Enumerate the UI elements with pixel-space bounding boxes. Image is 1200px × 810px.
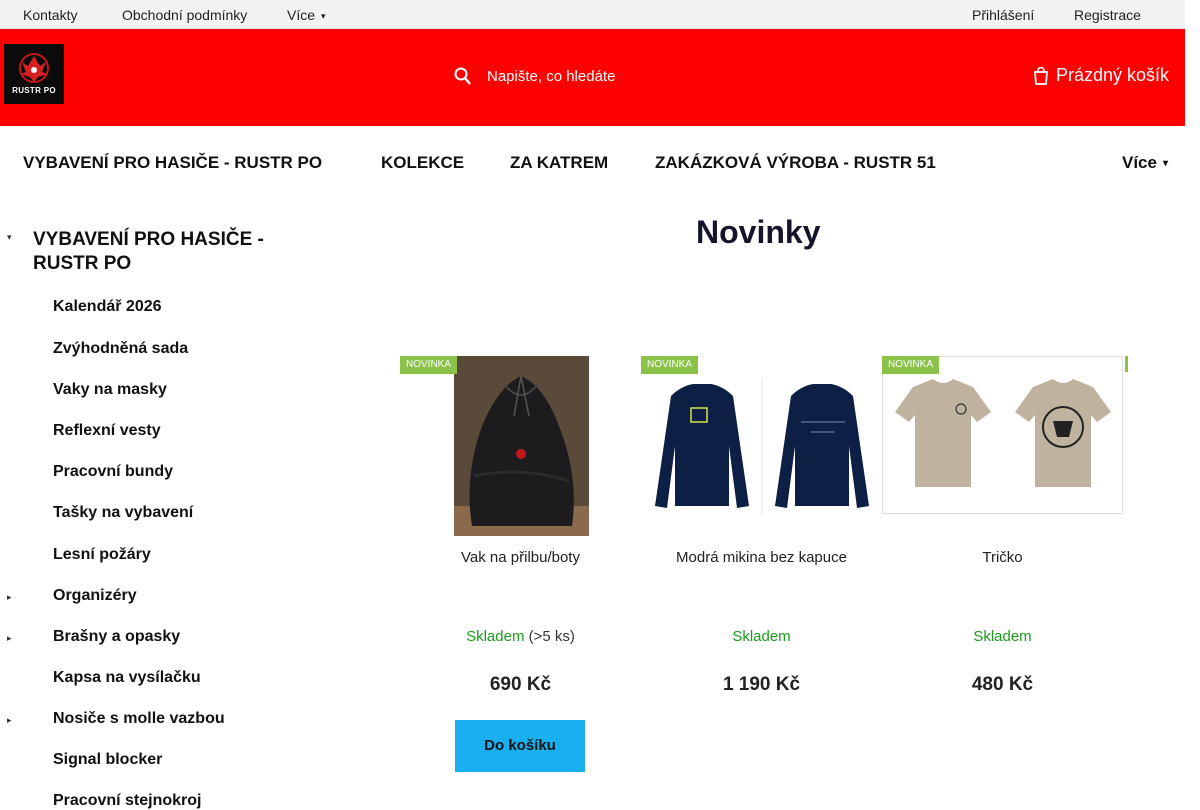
nav-item-firefighter-equipment[interactable]: VYBAVENÍ PRO HASIČE - RUSTR PO bbox=[23, 153, 322, 173]
add-to-cart-button[interactable]: Do košíku bbox=[455, 720, 585, 772]
product-card[interactable]: NOVINKA Modrá mikina bez kapuce Skladem … bbox=[641, 356, 882, 786]
expand-arrow-icon[interactable]: ▾ bbox=[7, 232, 12, 243]
sidebar-item-molle-carriers[interactable]: Nosiče s molle vazbou bbox=[53, 710, 225, 728]
sidebar-item-work-uniform[interactable]: Pracovní stejnokroj bbox=[53, 792, 202, 810]
sidebar-item-signal-blocker[interactable]: Signal blocker bbox=[53, 751, 162, 769]
site-header: RUSTR PO Napište, co hledáte Prázdný koš… bbox=[0, 29, 1185, 126]
phoenix-emblem-icon bbox=[19, 53, 49, 83]
sidebar-item-forest-fires[interactable]: Lesní požáry bbox=[53, 546, 151, 564]
sidebar-item-calendar[interactable]: Kalendář 2026 bbox=[53, 298, 162, 316]
login-link[interactable]: Přihlášení bbox=[972, 7, 1034, 23]
beige-tshirt-image bbox=[895, 379, 1111, 487]
product-image[interactable] bbox=[454, 356, 589, 536]
stock-label: Skladem bbox=[732, 628, 791, 645]
nav-more-label: Více bbox=[1122, 153, 1157, 172]
section-title: Novinky bbox=[696, 214, 821, 250]
product-name[interactable]: Tričko bbox=[882, 549, 1123, 566]
stock-amount: (>5 ks) bbox=[528, 628, 575, 645]
stock-status: Skladem bbox=[882, 628, 1123, 645]
sidebar-item-gear-bags[interactable]: Tašky na vybavení bbox=[53, 504, 193, 522]
sidebar-heading[interactable]: VYBAVENÍ PRO HASIČE - RUSTR PO bbox=[33, 228, 323, 276]
product-card[interactable]: NOVINKA Vak na přilbu/boty Skladem (>5 k… bbox=[400, 356, 641, 786]
site-logo[interactable]: RUSTR PO bbox=[4, 44, 64, 104]
sidebar-item-work-jackets[interactable]: Pracovní bundy bbox=[53, 463, 173, 481]
terms-link[interactable]: Obchodní podmínky bbox=[122, 7, 247, 23]
new-badge: NOVINKA bbox=[400, 356, 458, 374]
nav-item-custom-production[interactable]: ZAKÁZKOVÁ VÝROBA - RUSTR 51 bbox=[655, 153, 936, 173]
new-badge: NOVINKA bbox=[882, 356, 940, 374]
product-name[interactable]: Modrá mikina bez kapuce bbox=[641, 549, 882, 566]
search-icon bbox=[454, 67, 472, 92]
sidebar-item-bags-belts[interactable]: Brašny a opasky bbox=[53, 628, 180, 646]
cart-icon bbox=[1034, 66, 1048, 90]
nav-item-collections[interactable]: KOLEKCE bbox=[381, 153, 464, 173]
expand-arrow-icon[interactable]: ▸ bbox=[7, 715, 12, 726]
sidebar-item-reflective-vests[interactable]: Reflexní vesty bbox=[53, 422, 161, 440]
search-input[interactable]: Napište, co hledáte bbox=[487, 68, 615, 85]
chevron-down-icon: ▾ bbox=[1162, 158, 1169, 169]
stock-status: Skladem bbox=[641, 628, 882, 645]
contacts-link[interactable]: Kontakty bbox=[23, 7, 77, 23]
nav-more-menu[interactable]: Více ▾ bbox=[1122, 153, 1168, 173]
product-price: 480 Kč bbox=[971, 674, 1034, 695]
next-card-badge-edge bbox=[1125, 356, 1128, 372]
search-box[interactable]: Napište, co hledáte bbox=[448, 59, 788, 95]
expand-arrow-icon[interactable]: ▸ bbox=[7, 633, 12, 644]
logo-text: RUSTR PO bbox=[12, 86, 56, 95]
expand-arrow-icon[interactable]: ▸ bbox=[7, 592, 12, 603]
sidebar-item-radio-pouch[interactable]: Kapsa na vysílačku bbox=[53, 669, 201, 687]
chevron-down-icon: ▾ bbox=[321, 11, 326, 21]
product-image[interactable] bbox=[641, 356, 882, 516]
product-card[interactable]: NOVINKA Tričko Skladem 480 Kč bbox=[882, 356, 1123, 786]
nav-item-behind-bars[interactable]: ZA KATREM bbox=[510, 153, 608, 173]
navy-sweatshirt-image bbox=[655, 378, 869, 516]
product-image[interactable] bbox=[882, 356, 1123, 514]
topbar-more-menu[interactable]: Více ▾ bbox=[287, 7, 326, 23]
sidebar-item-mask-bags[interactable]: Vaky na masky bbox=[53, 381, 167, 399]
product-price: 1 190 Kč bbox=[722, 674, 801, 695]
stock-label: Skladem bbox=[466, 628, 525, 645]
main-navigation: VYBAVENÍ PRO HASIČE - RUSTR PO KOLEKCE Z… bbox=[0, 126, 1185, 196]
sidebar-item-bundle[interactable]: Zvýhodněná sada bbox=[53, 340, 188, 358]
product-price: 690 Kč bbox=[489, 674, 552, 695]
register-link[interactable]: Registrace bbox=[1074, 7, 1141, 23]
top-utility-bar: Kontakty Obchodní podmínky Více ▾ Přihláš… bbox=[0, 0, 1185, 29]
product-name[interactable]: Vak na přilbu/boty bbox=[400, 549, 641, 566]
stock-status: Skladem (>5 ks) bbox=[400, 628, 641, 645]
new-badge: NOVINKA bbox=[641, 356, 699, 374]
cart-label: Prázdný košík bbox=[1056, 65, 1170, 85]
drawstring-bag-image bbox=[454, 356, 589, 536]
sidebar-item-organizers[interactable]: Organizéry bbox=[53, 587, 137, 605]
topbar-more-label: Více bbox=[287, 7, 316, 23]
stock-label: Skladem bbox=[973, 628, 1032, 645]
